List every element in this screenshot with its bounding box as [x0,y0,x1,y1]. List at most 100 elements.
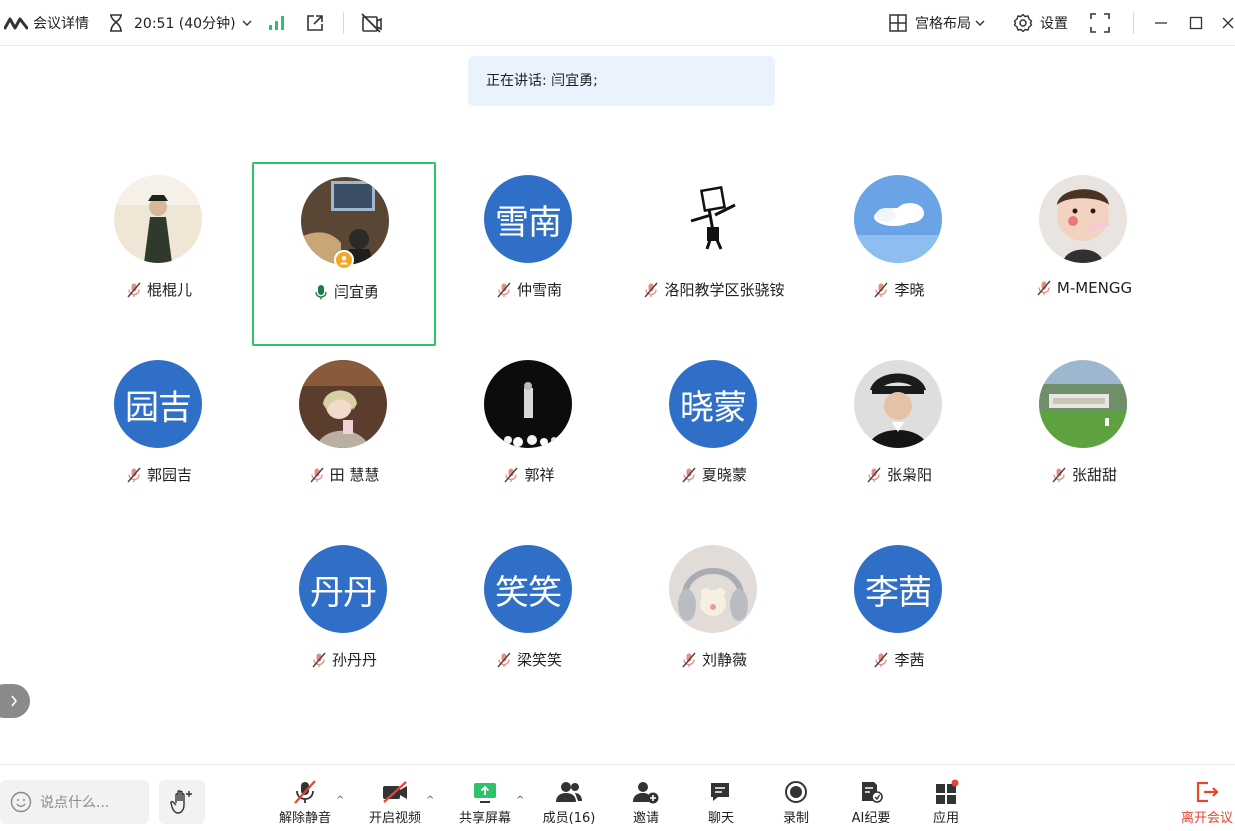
participant-tile[interactable]: 郭祥 [437,347,621,531]
settings-button[interactable]: 设置 [1013,0,1068,46]
layout-label: 宫格布局 [915,16,971,32]
grid-layout-icon [889,14,907,32]
participant-tile[interactable]: 闫宜勇 [252,162,436,346]
raise-hand-button[interactable] [159,780,205,824]
minimize-icon[interactable] [1154,0,1168,46]
record-icon [784,777,808,807]
members-icon [555,777,583,807]
emoji-icon[interactable] [10,791,32,813]
avatar: 晓蒙 [669,360,757,448]
avatar [1039,360,1127,448]
avatar [484,360,572,448]
camera-off-icon[interactable] [360,0,382,46]
apps-button[interactable]: 应用 [911,777,981,831]
leave-meeting-button[interactable]: 离开会议 [1172,777,1235,831]
participant-name: 郭园吉 [146,466,192,484]
top-bar: 会议详情 20:51 (40分钟) 宫格布局 设置 [0,0,1235,46]
mic-muted-icon [873,282,889,298]
participant-name-row: 郭园吉 [67,464,251,485]
ai-notes-button[interactable]: AI纪要 [836,777,906,831]
participant-name-row: 梁笑笑 [437,649,621,670]
video-options-caret[interactable]: ^ [426,795,434,806]
participant-name-row: 仲雪南 [437,279,621,300]
avatar [1039,175,1127,263]
mic-muted-icon [496,652,512,668]
share-screen-icon [472,777,498,807]
maximize-icon[interactable] [1189,0,1203,46]
participant-name: 仲雪南 [516,281,562,299]
divider [343,12,344,34]
fullscreen-icon[interactable] [1090,0,1110,46]
apps-icon [933,777,959,807]
participant-name: 洛阳教学区张骁铵 [664,281,785,299]
participant-name: 刘静薇 [701,651,747,669]
share-screen-label: 共享屏幕 [458,811,511,826]
meeting-details-button[interactable]: 会议详情 [4,0,89,46]
share-options-caret[interactable]: ^ [516,795,524,806]
host-badge-icon [334,250,354,270]
mic-active-icon [313,284,329,300]
participant-tile[interactable]: M-MENGG [992,162,1176,346]
invite-button[interactable]: 邀请 [611,777,681,831]
close-icon[interactable] [1222,0,1234,46]
participant-tile[interactable]: 晓蒙 夏晓蒙 [622,347,806,531]
participant-tile[interactable]: 棍棍儿 [67,162,251,346]
participant-tile[interactable]: 田 慧慧 [252,347,436,531]
invite-label: 邀请 [632,811,659,826]
mic-muted-icon [309,467,325,483]
participant-name: 梁笑笑 [516,651,562,669]
share-screen-button[interactable]: 共享屏幕 [450,777,520,831]
meeting-timer[interactable]: 20:51 (40分钟) [107,0,252,46]
participant-tile[interactable]: 丹丹 孙丹丹 [252,532,436,716]
mic-muted-icon [496,282,512,298]
avatar [854,360,942,448]
participant-tile[interactable]: 雪南仲雪南 [437,162,621,346]
mic-muted-icon [681,467,697,483]
members-button[interactable]: 成员(16) [534,777,604,831]
participant-tile[interactable]: 笑笑 梁笑笑 [437,532,621,716]
participant-tile[interactable]: 张甜甜 [992,347,1176,531]
avatar: 雪南 [484,175,572,263]
participant-name-row: 闫宜勇 [254,281,438,302]
participant-name-row: 张甜甜 [992,464,1176,485]
participant-tile[interactable]: 李茜 李茜 [807,532,991,716]
participant-tile[interactable]: 李晓 [807,162,991,346]
participant-name-row: 李茜 [807,649,991,670]
mic-muted-icon [866,467,882,483]
participant-name: 李茜 [894,651,925,669]
chat-label: 聊天 [707,811,734,826]
mic-muted-icon [126,467,142,483]
participant-name: 闫宜勇 [333,283,379,301]
participant-tile[interactable]: 张枭阳 [807,347,991,531]
participant-tile[interactable]: 园吉 郭园吉 [67,347,251,531]
unmute-label: 解除静音 [278,811,331,826]
participant-name-row: 张枭阳 [807,464,991,485]
gear-icon [1013,13,1033,33]
avatar [854,175,942,263]
chat-placeholder: 说点什么... [40,795,110,811]
avatar: 丹丹 [299,545,387,633]
chevron-down-icon [975,19,985,27]
participant-name-row: M-MENGG [992,279,1176,297]
chevron-right-icon [10,695,18,707]
camera-off-icon [381,777,409,807]
participant-tile[interactable]: 洛阳教学区张骁铵 [622,162,806,346]
record-button[interactable]: 录制 [761,777,831,831]
divider [1133,12,1134,34]
participant-tile[interactable]: 刘静薇 [622,532,806,716]
chat-icon [708,777,734,807]
quick-chat-input[interactable]: 说点什么... [0,780,149,824]
raise-hand-icon [170,789,194,815]
chat-button[interactable]: 聊天 [686,777,756,831]
start-video-button[interactable]: 开启视频 [360,777,430,831]
participant-name-row: 刘静薇 [622,649,806,670]
unmute-button[interactable]: 解除静音 [270,777,340,831]
layout-button[interactable]: 宫格布局 [889,0,985,46]
side-panel-toggle[interactable] [0,684,30,718]
speaking-banner: 正在讲话: 闫宜勇; [468,56,775,106]
network-signal-icon[interactable] [268,0,286,46]
bottom-toolbar: 说点什么... 解除静音 ^ 开启视频 ^ 共享屏幕 ^ 成员(16) 邀请 聊… [0,764,1235,831]
share-link-icon[interactable] [305,0,325,46]
audio-options-caret[interactable]: ^ [336,795,344,806]
members-label: 成员(16) [542,811,596,826]
